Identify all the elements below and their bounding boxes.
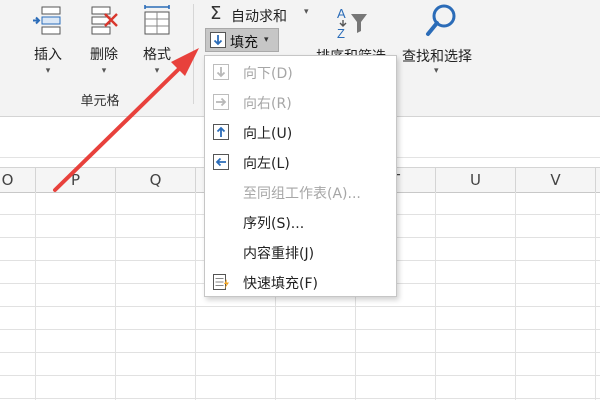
- gridline: [595, 192, 596, 400]
- menu-item-justify[interactable]: 内容重排(J): [205, 238, 396, 268]
- gridline: [515, 192, 516, 400]
- fill-down-icon: [210, 32, 226, 48]
- autosum-label: 自动求和: [231, 9, 287, 25]
- menu-item-fill-right[interactable]: 向右(R): [205, 88, 396, 118]
- insert-cells-button[interactable]: 插入 ▾: [24, 0, 72, 100]
- sort-filter-icon: A Z: [337, 6, 367, 41]
- menu-item-label: 序列(S)...: [243, 216, 305, 232]
- fill-left-icon: [213, 154, 229, 170]
- menu-item-label: 向上(U): [243, 126, 293, 142]
- delete-label: 删除: [90, 47, 118, 63]
- chevron-down-icon: ▾: [101, 66, 107, 76]
- gridline: [195, 192, 196, 400]
- magnifier-icon: [426, 4, 456, 36]
- sort-filter-button[interactable]: A Z 排序和筛选: [312, 0, 392, 65]
- fill-button[interactable]: 填充 ▾: [205, 28, 279, 52]
- gridline: [435, 192, 436, 400]
- menu-item-fill-up[interactable]: 向上(U): [205, 118, 396, 148]
- gridline: [115, 192, 116, 400]
- format-cells-button[interactable]: 格式 ▾: [133, 0, 181, 100]
- find-select-label: 查找和选择: [402, 49, 472, 65]
- chevron-down-icon: ▾: [154, 66, 160, 76]
- delete-cells-button[interactable]: 删除 ▾: [80, 0, 128, 100]
- menu-item-label: 向左(L): [243, 156, 290, 172]
- column-header[interactable]: P: [36, 168, 116, 192]
- menu-item-label: 快速填充(F): [243, 276, 318, 292]
- find-select-button[interactable]: 查找和选择 ▾: [398, 0, 482, 90]
- column-header[interactable]: V: [516, 168, 596, 192]
- cells-group-label: 单元格: [80, 94, 120, 109]
- menu-item-fill-left[interactable]: 向左(L): [205, 148, 396, 178]
- fill-dropdown-menu: 向下(D) 向右(R) 向上(U) 向左(L) 至同组工作表(A)... 序列(…: [204, 55, 397, 297]
- chevron-down-icon: ▾: [434, 66, 439, 76]
- column-header[interactable]: O: [0, 168, 36, 192]
- chevron-down-icon: ▾: [304, 7, 309, 17]
- svg-text:A: A: [337, 6, 346, 21]
- chevron-down-icon: ▾: [45, 66, 51, 76]
- menu-item-label: 向右(R): [243, 96, 292, 112]
- delete-cells-icon: [91, 6, 118, 35]
- menu-item-fill-down[interactable]: 向下(D): [205, 58, 396, 88]
- menu-item-across-worksheets[interactable]: 至同组工作表(A)...: [205, 178, 396, 208]
- svg-text:Z: Z: [337, 26, 345, 41]
- group-separator: [193, 4, 194, 104]
- gridline: [35, 192, 36, 400]
- menu-item-series[interactable]: 序列(S)...: [205, 208, 396, 238]
- flash-fill-icon: [213, 274, 229, 290]
- gridline: [0, 375, 600, 376]
- gridline: [0, 398, 600, 399]
- gridline: [0, 352, 600, 353]
- insert-label: 插入: [34, 47, 62, 63]
- menu-item-label: 至同组工作表(A)...: [243, 186, 361, 202]
- fill-right-icon: [213, 94, 229, 110]
- chevron-down-icon: ▾: [264, 35, 269, 45]
- fill-label: 填充: [230, 35, 258, 51]
- menu-item-label: 向下(D): [243, 66, 293, 82]
- fill-up-icon: [213, 124, 229, 140]
- column-header[interactable]: U: [436, 168, 516, 192]
- fill-down-icon: [213, 64, 229, 80]
- gridline: [0, 329, 600, 330]
- menu-item-label: 内容重排(J): [243, 246, 315, 262]
- sigma-icon: Σ: [210, 3, 222, 24]
- column-header[interactable]: Q: [116, 168, 196, 192]
- gridline: [0, 306, 600, 307]
- menu-item-flash-fill[interactable]: 快速填充(F): [205, 268, 396, 298]
- insert-cells-icon: [33, 6, 61, 35]
- format-cells-icon: [144, 5, 170, 35]
- format-label: 格式: [143, 47, 171, 63]
